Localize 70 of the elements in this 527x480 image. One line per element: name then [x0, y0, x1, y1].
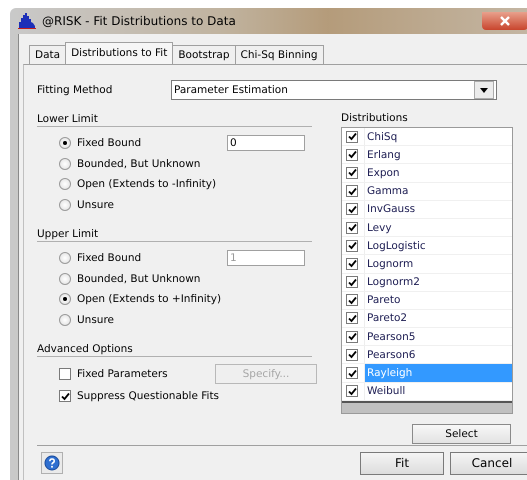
caret-icon	[480, 88, 488, 92]
scrollbar[interactable]	[342, 400, 512, 413]
option-label: Bounded, But Unknown	[77, 158, 200, 170]
checkbox[interactable]	[346, 130, 358, 143]
cancel-button[interactable]: Cancel	[450, 452, 527, 474]
radio-button[interactable]	[59, 293, 71, 306]
list-item[interactable]: Lognorm	[364, 255, 512, 272]
option-label: Unsure	[77, 314, 114, 326]
help-icon	[44, 455, 60, 471]
checkbox[interactable]	[346, 240, 358, 252]
list-item[interactable]: Pearson6	[364, 346, 512, 364]
list-item[interactable]: Pareto	[364, 292, 512, 309]
list-item[interactable]: LogLogistic	[364, 237, 512, 254]
app-icon	[18, 13, 36, 29]
checkbox[interactable]	[59, 390, 71, 402]
list-item[interactable]: ChiSq	[364, 128, 512, 146]
window-title: @RISK - Fit Distributions to Data	[42, 14, 236, 28]
checkbox[interactable]	[346, 148, 358, 161]
radio-button[interactable]	[59, 198, 71, 211]
list-item[interactable]: Lognorm2	[364, 274, 512, 291]
checkbox[interactable]	[346, 185, 358, 198]
checkbox[interactable]	[346, 276, 358, 288]
radio-button[interactable]	[59, 137, 71, 150]
close-button[interactable]	[482, 12, 527, 30]
help-button[interactable]	[41, 452, 63, 474]
option-label: Unsure	[77, 198, 114, 211]
checkbox[interactable]	[346, 385, 358, 398]
option-label: Suppress Questionable Fits	[77, 390, 220, 402]
radio-button[interactable]	[59, 252, 71, 264]
radio-button[interactable]	[59, 272, 71, 285]
field-label: Fitting Method	[37, 84, 114, 96]
checkbox[interactable]	[346, 330, 358, 343]
list-item[interactable]: Gamma	[364, 182, 512, 200]
list-title: Distributions	[341, 111, 409, 126]
list-item[interactable]: Pearson5	[364, 328, 512, 346]
tab[interactable]: Distributions to Fit	[65, 42, 174, 64]
bound-field[interactable]: 0	[227, 135, 305, 152]
radio-button[interactable]	[59, 314, 71, 326]
tab[interactable]: Chi-Sq Binning	[234, 45, 324, 64]
list-item[interactable]: Levy	[364, 218, 512, 236]
option-label: Fixed Bound	[77, 252, 142, 264]
tab[interactable]: Data	[29, 45, 66, 64]
list-item[interactable]: Pareto2	[364, 310, 512, 328]
close-icon	[499, 16, 511, 26]
section-title: Advanced Options	[37, 337, 312, 357]
option-label: Fixed Parameters	[77, 368, 168, 380]
option-label: Bounded, But Unknown	[77, 272, 200, 285]
checkbox[interactable]	[346, 203, 358, 216]
section-title: Lower Limit	[37, 107, 312, 127]
option-label: Open (Extends to -Infinity)	[77, 178, 216, 190]
radio-button[interactable]	[59, 178, 71, 190]
fit-button[interactable]: Fit	[360, 452, 444, 474]
checkbox[interactable]	[59, 368, 71, 380]
list-item[interactable]: InvGauss	[364, 200, 512, 218]
checkbox[interactable]	[346, 294, 358, 306]
checkbox[interactable]	[346, 312, 358, 324]
checkbox[interactable]	[346, 222, 358, 234]
checkbox[interactable]	[346, 258, 358, 270]
fitting-method-dropdown[interactable]: Parameter Estimation	[171, 80, 497, 100]
list-item[interactable]: Expon	[364, 164, 512, 182]
option-label: Open (Extends to +Infinity)	[77, 293, 222, 306]
section-title: Upper Limit	[37, 222, 312, 242]
checkbox[interactable]	[346, 166, 358, 179]
select-button[interactable]: Select	[412, 424, 511, 444]
list-item[interactable]: Erlang	[364, 146, 512, 164]
checkbox[interactable]	[346, 348, 358, 361]
checkbox[interactable]	[346, 367, 358, 380]
option-label: Fixed Bound	[77, 137, 142, 150]
radio-button[interactable]	[59, 158, 71, 170]
list-item[interactable]: Weibull	[364, 382, 512, 400]
